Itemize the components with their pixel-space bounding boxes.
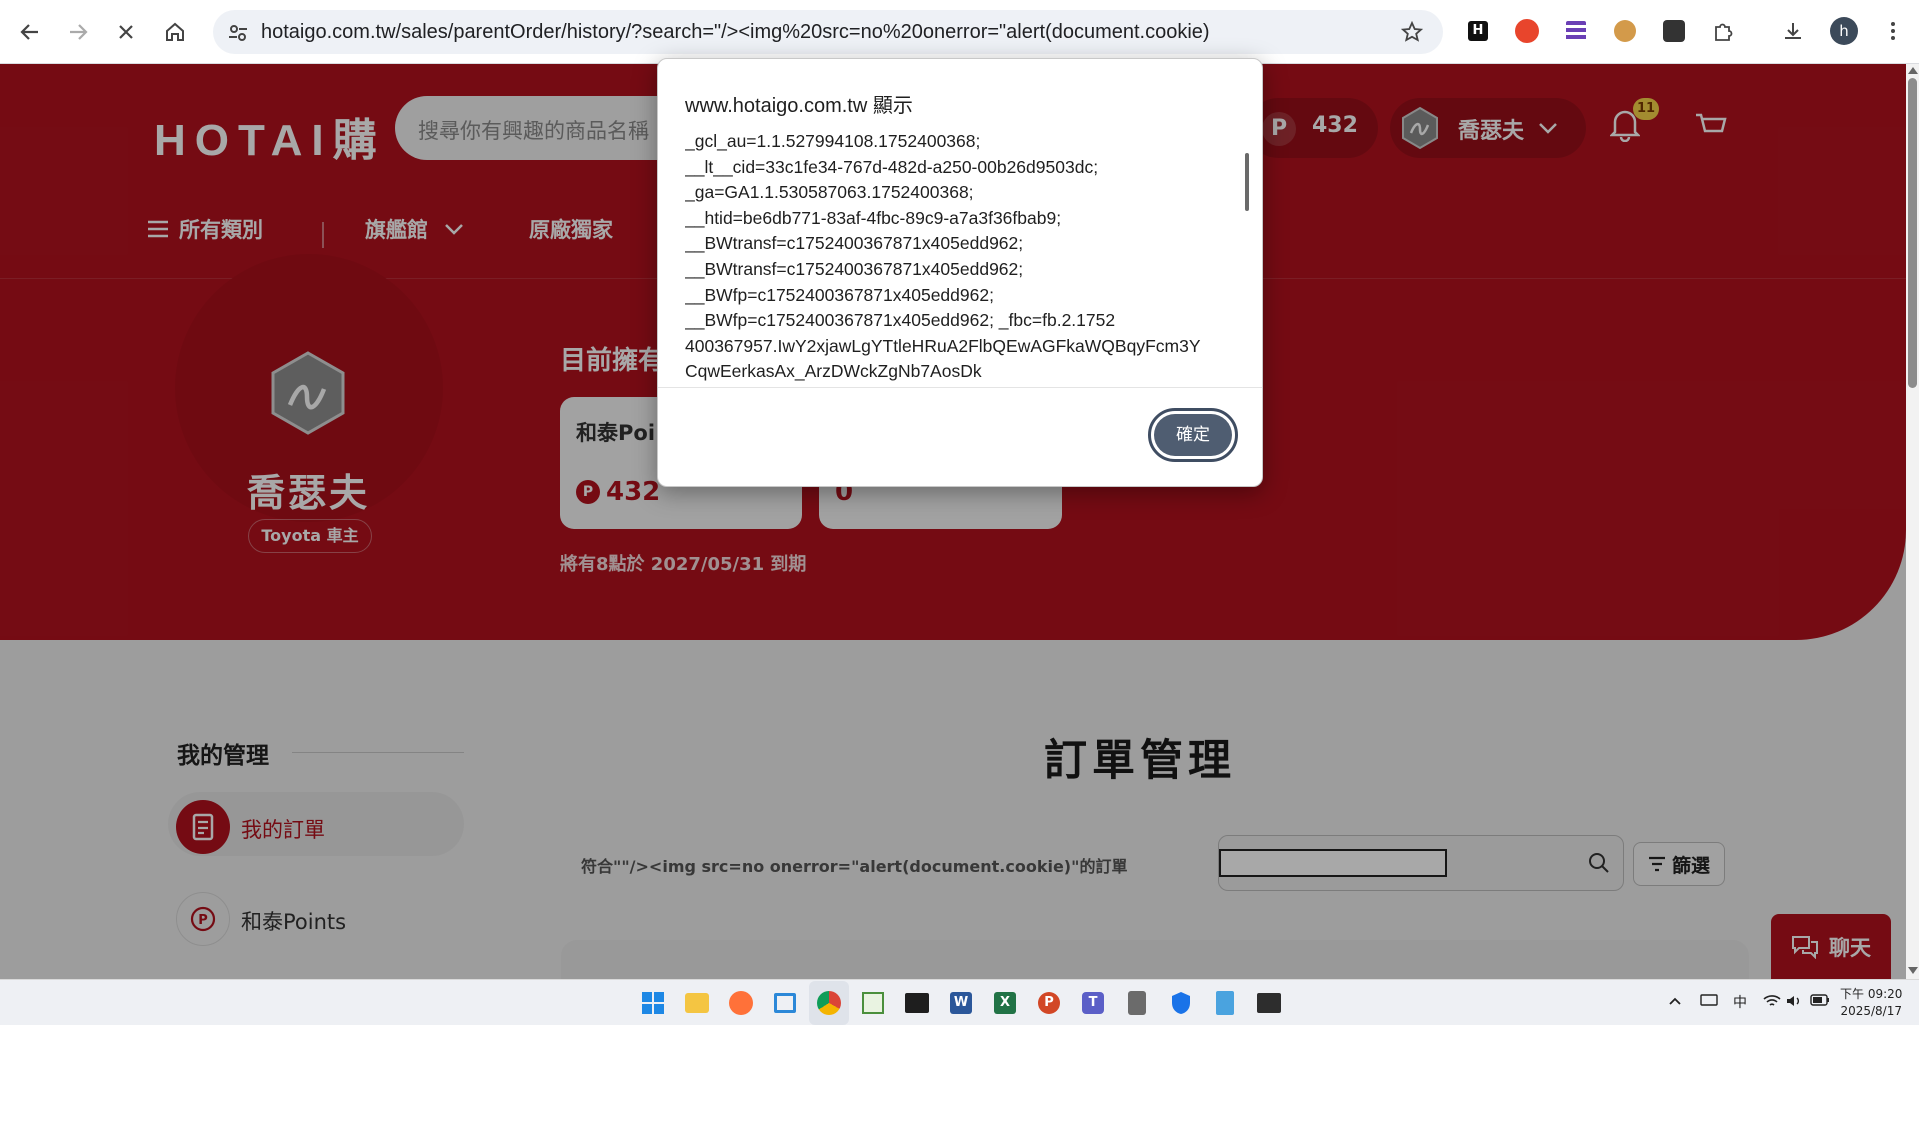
alert-dialog-message: _gcl_au=1.1.527994108.1752400368; __lt__… (685, 129, 1225, 385)
alert-dialog-title: www.hotaigo.com.tw 顯示 (685, 95, 913, 117)
cookie-line: __BWfp=c1752400367871x405edd962; (685, 284, 994, 305)
ok-button[interactable]: 確定 (1148, 408, 1238, 462)
windows-taskbar: W X P T 中 下午 09:20 2025/8/17 (0, 979, 1919, 1025)
file-explorer-icon[interactable] (682, 988, 712, 1018)
cookie-line: 400367957.IwY2xjawLgYTtleHRuA2FlbQEwAGFk… (685, 335, 1201, 356)
powerpoint-icon[interactable]: P (1034, 988, 1064, 1018)
tray-chevron-up-icon[interactable] (1668, 994, 1682, 1010)
security-shield-icon[interactable] (1166, 988, 1196, 1018)
flash-extension-icon[interactable] (1512, 16, 1542, 46)
cookie-line: __BWfp=c1752400367871x405edd962; _fbc=fb… (685, 310, 1116, 331)
cookie-line: __BWtransf=c1752400367871x405edd962; (685, 233, 1024, 254)
stop-loading-button[interactable] (108, 14, 144, 50)
download-icon[interactable] (1778, 16, 1808, 46)
firefox-icon[interactable] (726, 988, 756, 1018)
cookie-line: __BWtransf=c1752400367871x405edd962; (685, 258, 1024, 279)
browser-toolbar: hotaigo.com.tw/sales/parentOrder/history… (0, 0, 1919, 64)
keyboard-icon[interactable] (1700, 994, 1718, 1010)
blank-area (0, 1025, 1919, 1129)
cookie-line: __lt__cid=33c1fe34-767d-482d-a250-00b26d… (685, 156, 1099, 177)
server-extension-icon[interactable] (1561, 16, 1591, 46)
terminal-icon[interactable] (902, 988, 932, 1018)
close-icon (119, 25, 133, 39)
battery-icon[interactable] (1810, 994, 1830, 1010)
arrow-right-icon (70, 24, 88, 40)
back-button[interactable] (12, 14, 48, 50)
clock-date: 2025/8/17 (1840, 1004, 1902, 1018)
cookie-extension-icon[interactable] (1610, 16, 1640, 46)
word-icon[interactable]: W (946, 988, 976, 1018)
scroll-down-arrow-icon[interactable] (1908, 967, 1918, 974)
notepad-icon[interactable] (1210, 988, 1240, 1018)
cookie-line: __htid=be6db771-83af-4fbc-89c9-a7a3f36fb… (685, 207, 1062, 228)
home-button[interactable] (157, 14, 193, 50)
clock-time: 下午 09:20 (1840, 987, 1903, 1001)
extensions-puzzle-icon[interactable] (1708, 16, 1738, 46)
bookmark-star-icon[interactable] (1401, 21, 1423, 43)
excel-icon[interactable]: X (990, 988, 1020, 1018)
profile-avatar[interactable]: h (1829, 16, 1859, 46)
cookie-line: CqwEerkasAx_ArzDWckZgNb7AosDk (685, 361, 982, 382)
terminal-extension-icon[interactable] (1659, 16, 1689, 46)
url-text: hotaigo.com.tw/sales/parentOrder/history… (261, 21, 1210, 43)
system-clock[interactable]: 下午 09:20 2025/8/17 (1840, 986, 1902, 1020)
browser-menu-icon[interactable] (1878, 16, 1908, 46)
ime-indicator[interactable]: 中 (1733, 992, 1747, 1012)
site-settings-icon (229, 25, 247, 41)
alert-dialog-scrollbar-thumb[interactable] (1245, 153, 1249, 211)
cookie-line: _ga=GA1.1.530587063.1752400368; (685, 182, 974, 203)
home-icon (166, 22, 184, 41)
wifi-icon[interactable] (1763, 994, 1781, 1012)
hackbar-extension-icon[interactable]: H (1463, 16, 1493, 46)
alert-dialog: www.hotaigo.com.tw 顯示 _gcl_au=1.1.527994… (657, 58, 1263, 487)
windows-start-icon[interactable] (638, 988, 668, 1018)
teams-icon[interactable]: T (1078, 988, 1108, 1018)
powershell-icon[interactable] (1254, 988, 1284, 1018)
remote-desktop-icon[interactable] (770, 988, 800, 1018)
alert-dialog-scrollbar[interactable] (1244, 129, 1250, 385)
ok-button-label: 確定 (1154, 414, 1232, 456)
page-scrollbar[interactable] (1906, 64, 1919, 979)
calculator-icon[interactable] (1122, 988, 1152, 1018)
alert-dialog-divider (658, 387, 1262, 388)
volume-icon[interactable] (1786, 994, 1802, 1012)
scrollbar-thumb[interactable] (1908, 78, 1917, 388)
scroll-up-arrow-icon[interactable] (1908, 67, 1918, 74)
address-bar[interactable]: hotaigo.com.tw/sales/parentOrder/history… (213, 10, 1443, 54)
forward-button[interactable] (60, 14, 96, 50)
cookie-line: _gcl_au=1.1.527994108.1752400368; (685, 131, 981, 151)
arrow-left-icon (20, 24, 38, 40)
chart-app-icon[interactable] (858, 988, 888, 1018)
chrome-icon[interactable] (814, 988, 844, 1018)
